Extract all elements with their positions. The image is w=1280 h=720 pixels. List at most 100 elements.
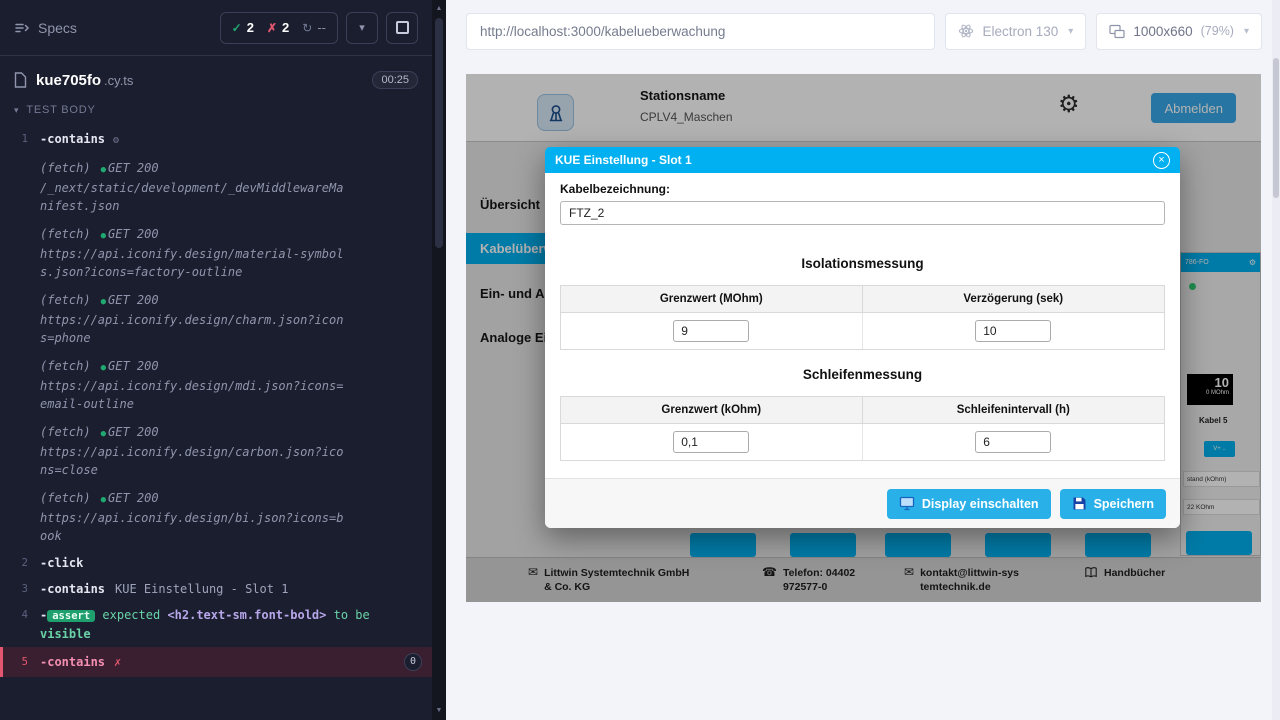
stop-tests-button[interactable] <box>386 12 418 44</box>
page-scrollbar[interactable] <box>1272 0 1280 720</box>
passed-count: 2 <box>247 20 254 35</box>
viewport-selector[interactable]: 1000x660 (79%) ▾ <box>1096 13 1262 50</box>
fetch-status: GET 200 <box>108 491 159 505</box>
fetch-status: GET 200 <box>108 359 159 373</box>
loop-table: Grenzwert (kOhm) Schleifenintervall (h) <box>560 396 1165 461</box>
network-log-entry[interactable]: (fetch)●GET 200 https://api.iconify.desi… <box>0 220 432 286</box>
failed-cross-icon: ✗ <box>267 21 277 35</box>
command-number: 1 <box>0 130 40 148</box>
loop-interval-input[interactable] <box>975 431 1051 453</box>
close-button[interactable]: × <box>1153 152 1170 169</box>
command-log: 1 -contains⚙ (fetch)●GET 200 /_next/stat… <box>0 126 432 677</box>
pending-count: -- <box>317 20 326 35</box>
stat-passed: ✓2 <box>232 20 254 35</box>
command-row-click[interactable]: 2 -click <box>0 550 432 576</box>
cypress-runner: Specs ✓2 ✗2 ↻-- ▾ kue705fo .cy.ts 00:25 … <box>0 0 1280 720</box>
collapse-button[interactable]: ▾ <box>346 12 378 44</box>
assert-mid: to be <box>334 608 370 622</box>
display-on-button[interactable]: Display einschalten <box>887 489 1051 519</box>
chevron-down-icon: ▾ <box>1244 26 1249 37</box>
loop-section-title: Schleifenmessung <box>560 367 1165 382</box>
fetch-url: /_next/static/development/_devMiddleware… <box>40 179 345 215</box>
modal-header: KUE Einstellung - Slot 1 × <box>545 147 1180 173</box>
viewport-zoom: (79%) <box>1201 24 1234 38</box>
browser-selector[interactable]: Electron 130 ▾ <box>945 13 1086 50</box>
close-icon: × <box>1158 155 1164 166</box>
cable-name-input[interactable] <box>560 201 1165 225</box>
network-log-entry[interactable]: (fetch) ●GET 200 https://api.iconify.desi… <box>0 484 432 550</box>
isolation-delay-header: Verzögerung (sek) <box>863 286 1165 312</box>
isolation-section-title: Isolationsmessung <box>560 256 1165 271</box>
command-argument: KUE Einstellung - Slot 1 <box>115 582 288 596</box>
fetch-status: GET 200 <box>108 293 159 307</box>
modal-title: KUE Einstellung - Slot 1 <box>555 153 692 167</box>
loop-limit-input[interactable] <box>673 431 749 453</box>
fetch-status: GET 200 <box>108 425 159 439</box>
pending-spinner-icon: ↻ <box>302 21 312 35</box>
isolation-table: Grenzwert (MOhm) Verzögerung (sek) <box>560 285 1165 350</box>
url-text: http://localhost:3000/kabelueberwachung <box>480 24 725 39</box>
fetch-url: https://api.iconify.design/charm.json?ic… <box>40 311 345 347</box>
scroll-up-icon[interactable]: ▲ <box>436 4 443 14</box>
fetch-tag: (fetch) <box>40 161 91 175</box>
fetch-tag: (fetch) <box>40 359 91 373</box>
loop-interval-header: Schleifenintervall (h) <box>863 397 1165 423</box>
save-button[interactable]: Speichern <box>1060 489 1166 519</box>
chevron-down-icon: ▾ <box>1068 26 1073 37</box>
reporter-scroll-thumb[interactable] <box>435 18 443 248</box>
aut-controls: http://localhost:3000/kabelueberwachung … <box>446 0 1272 62</box>
test-body-label: TEST BODY <box>26 104 95 116</box>
command-name: click <box>47 556 83 570</box>
chevron-down-icon: ▾ <box>359 21 365 34</box>
command-row-contains-2[interactable]: 3 -containsKUE Einstellung - Slot 1 <box>0 576 432 602</box>
fail-cross-icon: ✗ <box>114 653 121 671</box>
test-stats[interactable]: ✓2 ✗ 2 ↻ -- <box>220 12 338 44</box>
specs-toggle-button[interactable]: Specs <box>14 20 77 36</box>
spec-header[interactable]: kue705fo .cy.ts 00:25 <box>0 56 432 100</box>
reporter-scrollbar[interactable]: ▲ ▼ <box>432 0 446 720</box>
command-row-contains-1[interactable]: 1 -contains⚙ <box>0 126 432 154</box>
aut-iframe: Stationsname CPLV4_Maschen ⚙ Abmelden Üb… <box>466 74 1261 602</box>
network-log-entry[interactable]: (fetch)●GET 200 https://api.iconify.desi… <box>0 286 432 352</box>
isolation-limit-header: Grenzwert (MOhm) <box>561 286 863 312</box>
electron-atom-icon <box>958 23 974 39</box>
page-scroll-thumb[interactable] <box>1273 58 1279 198</box>
kue-settings-modal: KUE Einstellung - Slot 1 × Kabelbezeichn… <box>545 147 1180 528</box>
isolation-limit-input[interactable] <box>673 320 749 342</box>
browser-name: Electron 130 <box>982 24 1058 39</box>
fetch-tag: (fetch) <box>40 425 91 439</box>
fetch-tag: (fetch) <box>40 293 91 307</box>
network-log-entry[interactable]: (fetch)●GET 200 https://api.iconify.desi… <box>0 352 432 418</box>
chevron-down-icon: ▾ <box>14 105 19 116</box>
viewport-icon <box>1109 24 1125 39</box>
command-row-assert[interactable]: 4 -assert expected <h2.text-sm.font-bold… <box>0 602 432 647</box>
isolation-delay-input[interactable] <box>975 320 1051 342</box>
fetch-tag: (fetch) <box>40 491 91 505</box>
spec-name: kue705fo <box>36 72 101 89</box>
fetch-status: GET 200 <box>108 227 159 241</box>
command-row-contains-failed[interactable]: 5 -contains ✗ 0 <box>0 647 432 677</box>
fetch-url: https://api.iconify.design/mdi.json?icon… <box>40 377 345 413</box>
reporter-topbar: Specs ✓2 ✗ 2 ↻ -- ▾ <box>0 0 432 56</box>
loop-limit-header: Grenzwert (kOhm) <box>561 397 863 423</box>
viewport-size: 1000x660 <box>1133 24 1192 39</box>
status-dot-icon: ● <box>101 495 106 505</box>
fetch-url: https://api.iconify.design/bi.json?icons… <box>40 509 345 545</box>
assert-selector: <h2.text-sm.font-bold> <box>167 608 326 622</box>
url-address-bar[interactable]: http://localhost:3000/kabelueberwachung <box>466 13 935 50</box>
retry-count-badge: 0 <box>404 653 422 671</box>
assert-expected: expected <box>102 608 160 622</box>
command-number: 5 <box>3 653 40 671</box>
reporter-sidebar: Specs ✓2 ✗2 ↻-- ▾ kue705fo .cy.ts 00:25 … <box>0 0 432 720</box>
display-on-label: Display einschalten <box>922 497 1039 511</box>
network-log-entry[interactable]: (fetch)●GET 200 /_next/static/developmen… <box>0 154 432 220</box>
status-dot-icon: ● <box>101 429 106 439</box>
command-name: contains <box>47 653 105 671</box>
assert-badge: assert <box>47 610 95 622</box>
test-body-section[interactable]: ▾ TEST BODY <box>0 100 432 126</box>
command-name: contains <box>47 582 105 596</box>
command-dash: - <box>40 653 47 671</box>
scroll-down-icon[interactable]: ▼ <box>436 706 443 716</box>
network-log-entry[interactable]: (fetch)●GET 200 https://api.iconify.desi… <box>0 418 432 484</box>
floppy-disk-icon <box>1072 496 1087 511</box>
